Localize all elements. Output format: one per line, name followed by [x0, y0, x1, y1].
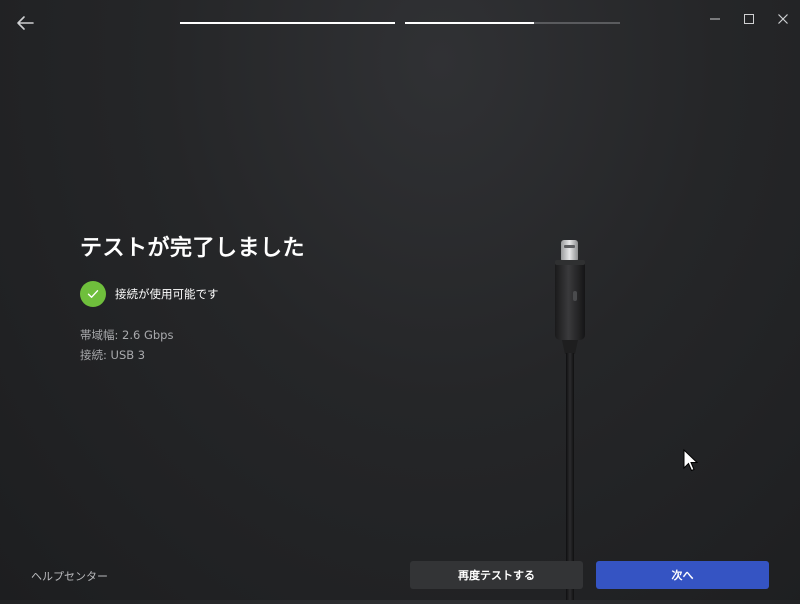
bandwidth-detail: 帯域幅: 2.6 Gbps: [80, 328, 174, 342]
minimize-button[interactable]: [698, 6, 732, 32]
help-center-link[interactable]: ヘルプセンター: [31, 568, 108, 584]
next-button[interactable]: 次へ: [596, 561, 769, 589]
close-icon: [777, 10, 789, 29]
progress-step-1: [180, 22, 395, 24]
connection-status: 接続が使用可能です: [80, 281, 480, 307]
close-button[interactable]: [766, 6, 800, 32]
minimize-icon: [709, 10, 721, 29]
progress-step-2: [405, 22, 620, 24]
usb-c-cable-icon: [548, 236, 598, 603]
mouse-cursor: [683, 448, 699, 477]
main-content: テストが完了しました 接続が使用可能です 帯域幅: 2.6 Gbps 接続: U…: [80, 232, 480, 365]
progress-indicator: [180, 22, 620, 24]
connection-details: 帯域幅: 2.6 Gbps 接続: USB 3: [80, 325, 480, 365]
progress-step-2-fill: [405, 22, 534, 24]
status-text: 接続が使用可能です: [115, 287, 219, 301]
maximize-button[interactable]: [732, 6, 766, 32]
window-controls: [698, 6, 800, 32]
arrow-left-icon: [16, 15, 34, 35]
checkmark-circle-icon: [80, 281, 106, 307]
retest-button[interactable]: 再度テストする: [410, 561, 583, 589]
page-title: テストが完了しました: [80, 236, 306, 261]
maximize-icon: [743, 10, 755, 29]
connection-type-detail: 接続: USB 3: [80, 348, 146, 362]
progress-step-1-fill: [180, 22, 395, 24]
back-button[interactable]: [12, 12, 38, 38]
